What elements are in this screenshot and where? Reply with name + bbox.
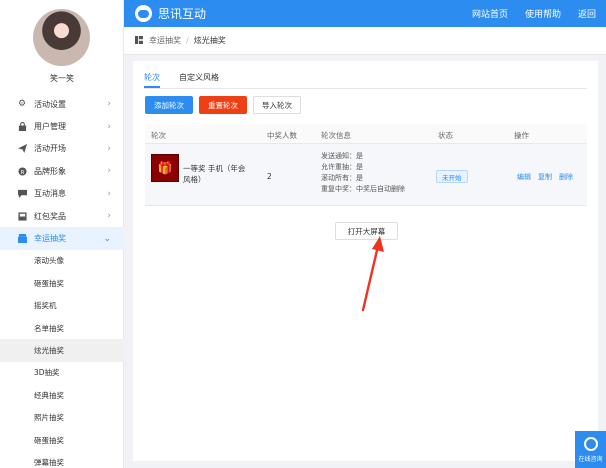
col-header-info: 轮次信息 xyxy=(321,131,351,140)
nav-help-link[interactable]: 使用帮助 xyxy=(525,7,561,20)
submenu-item-classic-draw[interactable]: 经典抽奖 xyxy=(0,384,124,406)
lottery-icon xyxy=(17,234,27,244)
sidebar-item-red-packet-prizes[interactable]: 红包奖品 › xyxy=(0,205,124,227)
tabs-divider xyxy=(144,88,587,89)
chevron-down-icon: ⌄ xyxy=(103,233,111,244)
chevron-right-icon: › xyxy=(107,166,111,177)
message-icon xyxy=(17,189,27,199)
info-line: 重复中奖：中奖后自动删除 xyxy=(321,185,405,193)
prize-image: 🎁 xyxy=(151,154,179,182)
sidebar-item-user-management[interactable]: 用户管理 › xyxy=(0,115,124,137)
logo-icon xyxy=(135,5,152,22)
sidebar-item-label: 幸运抽奖 xyxy=(34,234,66,244)
headset-icon xyxy=(583,436,598,451)
row-actions: 编辑 复制 删除 xyxy=(517,172,580,182)
user-icon xyxy=(17,122,27,132)
breadcrumb-current: 炫光抽奖 xyxy=(193,36,226,45)
status-badge: 未开始 xyxy=(436,170,468,183)
breadcrumb: 幸运抽奖 / 炫光抽奖 xyxy=(124,27,606,55)
col-header-winners: 中奖人数 xyxy=(267,131,297,140)
sidebar-menu: ⚙ 活动设置 › 用户管理 › 活动开场 › R 品牌形象 › 互动消息 › 红… xyxy=(0,93,124,468)
sidebar: 笑一笑 ⚙ 活动设置 › 用户管理 › 活动开场 › R 品牌形象 › 互动消息… xyxy=(0,0,124,468)
nav-back-link[interactable]: 返回 xyxy=(578,7,596,20)
table-row: 🎁 一等奖 手机（年会风格） 2 发送通知：是 允许重抽：是 滚动所有：是 重复… xyxy=(145,144,587,206)
col-header-round: 轮次 xyxy=(151,131,166,140)
submenu-item-list-draw[interactable]: 名单抽奖 xyxy=(0,317,124,339)
edit-link[interactable]: 编辑 xyxy=(517,172,531,182)
brand-logo[interactable]: 思讯互动 xyxy=(135,5,206,22)
rounds-table: 轮次 中奖人数 轮次信息 状态 操作 🎁 一等奖 手机（年会风格） 2 发送通知… xyxy=(145,124,587,206)
tab-rounds[interactable]: 轮次 xyxy=(144,68,160,88)
sidebar-item-label: 红包奖品 xyxy=(34,211,66,221)
col-header-status: 状态 xyxy=(438,131,453,140)
action-buttons: 添加轮次 重置轮次 导入轮次 xyxy=(145,96,307,114)
sidebar-item-label: 用户管理 xyxy=(34,122,66,132)
submenu-item-egg-draw[interactable]: 砸蛋抽奖 xyxy=(0,272,124,294)
submenu-item-lottery-machine[interactable]: 摇奖机 xyxy=(0,295,124,317)
avatar xyxy=(33,9,90,66)
username: 笑一笑 xyxy=(50,74,74,83)
submenu-item-glow-draw[interactable]: 炫光抽奖 xyxy=(0,339,124,362)
chevron-right-icon: › xyxy=(107,211,111,222)
main-card: 轮次 自定义风格 添加轮次 重置轮次 导入轮次 轮次 中奖人数 轮次信息 状态 … xyxy=(133,61,598,461)
chevron-right-icon: › xyxy=(107,99,111,110)
brand-name: 思讯互动 xyxy=(158,7,207,21)
tab-custom-style[interactable]: 自定义风格 xyxy=(179,68,219,88)
svg-text:R: R xyxy=(20,170,24,176)
submenu-item-egg-draw-2[interactable]: 砸蛋抽奖 xyxy=(0,429,124,451)
send-icon xyxy=(17,144,27,154)
breadcrumb-separator: / xyxy=(186,36,189,45)
breadcrumb-parent[interactable]: 幸运抽奖 xyxy=(149,35,181,46)
sidebar-item-activity-settings[interactable]: ⚙ 活动设置 › xyxy=(0,93,124,115)
submenu-item-3d-draw[interactable]: 3D抽奖 xyxy=(0,362,124,384)
sidebar-item-brand-image[interactable]: R 品牌形象 › xyxy=(0,160,124,182)
import-round-button[interactable]: 导入轮次 xyxy=(253,96,301,114)
info-line: 允许重抽：是 xyxy=(321,163,363,171)
add-round-button[interactable]: 添加轮次 xyxy=(145,96,193,114)
round-info: 发送通知：是 允许重抽：是 滚动所有：是 重复中奖：中奖后自动删除 xyxy=(321,151,405,195)
top-nav: 网站首页 使用帮助 返回 xyxy=(472,7,606,20)
sidebar-item-activity-opening[interactable]: 活动开场 › xyxy=(0,138,124,160)
info-line: 滚动所有：是 xyxy=(321,174,363,182)
sidebar-item-label: 品牌形象 xyxy=(34,166,66,176)
prize-name: 一等奖 手机（年会风格） xyxy=(183,164,246,184)
sidebar-item-label: 活动开场 xyxy=(34,144,66,154)
info-line: 发送通知：是 xyxy=(321,152,363,160)
breadcrumb-icon xyxy=(135,35,143,46)
winner-count: 2 xyxy=(267,172,272,181)
sidebar-item-lucky-draw[interactable]: 幸运抽奖 ⌄ xyxy=(0,227,124,250)
submenu-item-photo-draw[interactable]: 照片抽奖 xyxy=(0,406,124,428)
gift-icon xyxy=(17,211,27,221)
nav-home-link[interactable]: 网站首页 xyxy=(472,7,508,20)
chevron-right-icon: › xyxy=(107,188,111,199)
online-consult-button[interactable]: 在线咨询 xyxy=(575,431,606,468)
top-header: 思讯互动 网站首页 使用帮助 返回 xyxy=(124,0,606,27)
tab-bar: 轮次 自定义风格 xyxy=(144,68,238,88)
gear-icon: ⚙ xyxy=(17,99,27,110)
open-big-screen-button[interactable]: 打开大屏幕 xyxy=(335,222,398,240)
chevron-right-icon: › xyxy=(107,143,111,154)
gift-icon: 🎁 xyxy=(157,161,173,175)
sidebar-item-label: 互动消息 xyxy=(34,189,66,199)
brand-icon: R xyxy=(17,166,27,176)
col-header-ops: 操作 xyxy=(514,131,529,140)
chevron-right-icon: › xyxy=(107,121,111,132)
reset-round-button[interactable]: 重置轮次 xyxy=(199,96,247,114)
copy-link[interactable]: 复制 xyxy=(538,172,552,182)
table-header: 轮次 中奖人数 轮次信息 状态 操作 xyxy=(145,124,587,144)
delete-link[interactable]: 删除 xyxy=(559,172,573,182)
online-consult-label: 在线咨询 xyxy=(578,455,603,463)
submenu-item-scroll-avatar[interactable]: 滚动头像 xyxy=(0,250,124,272)
sidebar-item-interactive-messages[interactable]: 互动消息 › xyxy=(0,183,124,205)
submenu-item-danmaku-draw[interactable]: 弹幕抽奖 xyxy=(0,451,124,468)
sidebar-item-label: 活动设置 xyxy=(34,99,66,109)
